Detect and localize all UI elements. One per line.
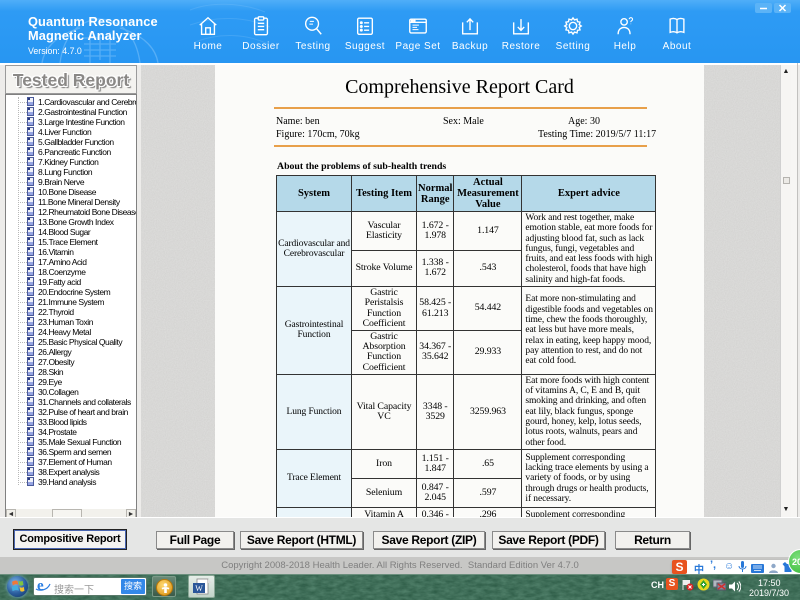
svg-text:W: W bbox=[195, 584, 203, 593]
